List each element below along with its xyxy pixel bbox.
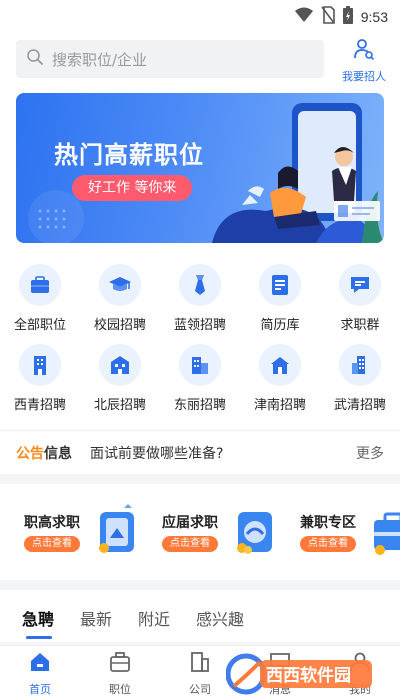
category-grid: 全部职位 校园招聘 蓝领招聘 简历库 求职群 西青招聘 北辰招聘 东丽招聘 津南… bbox=[0, 254, 400, 430]
recruit-button[interactable]: 我要招人 bbox=[340, 38, 388, 83]
tie-icon bbox=[179, 264, 221, 306]
battery-charging-icon bbox=[342, 6, 353, 28]
card-part-time[interactable]: 兼职专区 点击查看 bbox=[300, 498, 400, 568]
banner-section: 热门高薪职位 好工作 等你来 bbox=[0, 88, 400, 254]
category-beichen[interactable]: 北辰招聘 bbox=[80, 334, 160, 414]
tab-latest[interactable]: 最新 bbox=[80, 606, 112, 630]
job-tabs: 急聘 最新 附近 感兴趣 bbox=[0, 590, 400, 642]
category-dongli[interactable]: 东丽招聘 bbox=[160, 334, 240, 414]
graduate-illustration-icon bbox=[237, 512, 272, 554]
category-label: 武清招聘 bbox=[333, 398, 386, 413]
site-watermark: 西西软件园 bbox=[225, 652, 376, 696]
graduation-cap-icon bbox=[99, 264, 141, 306]
nav-company[interactable]: 公司 bbox=[170, 650, 230, 700]
card-view-button[interactable]: 点击查看 bbox=[24, 536, 80, 552]
notice-bar[interactable]: 公告 信息 面试前要做哪些准备? 更多 bbox=[0, 430, 400, 474]
nav-home[interactable]: 首页 bbox=[10, 650, 70, 700]
banner-title: 热门高薪职位 bbox=[54, 141, 204, 169]
top-bar: 搜索职位/企业 我要招人 bbox=[0, 32, 400, 88]
category-label: 蓝领招聘 bbox=[173, 318, 226, 333]
card-graduate[interactable]: 应届求职 点击查看 bbox=[162, 498, 294, 568]
category-jinnan[interactable]: 津南招聘 bbox=[240, 334, 320, 414]
building-icon bbox=[19, 344, 61, 386]
search-icon bbox=[26, 48, 44, 70]
recruiter-icon bbox=[353, 38, 375, 64]
category-job-group[interactable]: 求职群 bbox=[320, 254, 400, 334]
notice-text[interactable]: 面试前要做哪些准备? bbox=[90, 443, 356, 463]
chat-group-icon bbox=[339, 264, 381, 306]
category-resume[interactable]: 简历库 bbox=[240, 254, 320, 334]
category-all-jobs[interactable]: 全部职位 bbox=[0, 254, 80, 334]
briefcase-icon bbox=[19, 264, 61, 306]
search-placeholder: 搜索职位/企业 bbox=[52, 50, 148, 69]
resume-icon bbox=[259, 264, 301, 306]
notice-label-secondary: 信息 bbox=[44, 445, 72, 462]
tab-nearby[interactable]: 附近 bbox=[138, 606, 170, 630]
card-title: 兼职专区 bbox=[300, 515, 356, 531]
card-vocational[interactable]: 职高求职 点击查看 bbox=[24, 498, 156, 568]
nav-label: 首页 bbox=[29, 683, 51, 696]
tab-urgent[interactable]: 急聘 bbox=[22, 606, 54, 630]
category-wuqing[interactable]: 武清招聘 bbox=[320, 334, 400, 414]
notice-label-primary: 公告 bbox=[16, 445, 44, 462]
promo-banner[interactable]: 热门高薪职位 好工作 等你来 bbox=[16, 93, 384, 243]
category-label: 津南招聘 bbox=[253, 398, 306, 413]
building-icon bbox=[99, 344, 141, 386]
category-label: 西青招聘 bbox=[13, 398, 66, 413]
category-blue-collar[interactable]: 蓝领招聘 bbox=[160, 254, 240, 334]
wifi-icon bbox=[294, 7, 313, 27]
card-title: 职高求职 bbox=[24, 515, 80, 531]
banner-tagline: 好工作 等你来 bbox=[72, 175, 193, 201]
svg-text:西西软件园: 西西软件园 bbox=[266, 665, 351, 686]
category-xiqing[interactable]: 西青招聘 bbox=[0, 334, 80, 414]
tab-interested[interactable]: 感兴趣 bbox=[196, 606, 244, 630]
building-icon bbox=[339, 344, 381, 386]
notice-more-link[interactable]: 更多 bbox=[356, 443, 384, 463]
building-icon bbox=[259, 344, 301, 386]
card-view-button[interactable]: 点击查看 bbox=[162, 536, 218, 552]
briefcase-icon bbox=[108, 650, 132, 678]
category-label: 东丽招聘 bbox=[173, 398, 226, 413]
nav-jobs[interactable]: 职位 bbox=[90, 650, 150, 700]
category-campus[interactable]: 校园招聘 bbox=[80, 254, 160, 334]
category-label: 简历库 bbox=[260, 318, 300, 333]
card-view-button[interactable]: 点击查看 bbox=[300, 536, 356, 552]
category-label: 北辰招聘 bbox=[93, 398, 146, 413]
company-icon bbox=[188, 650, 212, 678]
card-title: 应届求职 bbox=[162, 515, 218, 531]
tab-active-indicator bbox=[26, 636, 52, 639]
category-label: 求职群 bbox=[340, 318, 380, 333]
category-label: 全部职位 bbox=[13, 318, 66, 333]
building-icon bbox=[179, 344, 221, 386]
no-sim-icon bbox=[321, 6, 335, 28]
nav-label: 公司 bbox=[189, 683, 211, 696]
school-illustration-icon bbox=[99, 504, 134, 553]
category-label: 校园招聘 bbox=[93, 318, 146, 333]
part-time-illustration-icon bbox=[374, 512, 400, 555]
nav-label: 职位 bbox=[109, 683, 131, 696]
recruit-label: 我要招人 bbox=[342, 70, 386, 83]
status-time: 9:53 bbox=[360, 9, 388, 25]
status-bar: 9:53 bbox=[0, 0, 400, 32]
feature-cards: 职高求职 点击查看 应届求职 点击查看 兼职专区 点击查看 bbox=[0, 484, 400, 580]
home-icon bbox=[28, 650, 52, 678]
search-input[interactable]: 搜索职位/企业 bbox=[16, 40, 324, 78]
